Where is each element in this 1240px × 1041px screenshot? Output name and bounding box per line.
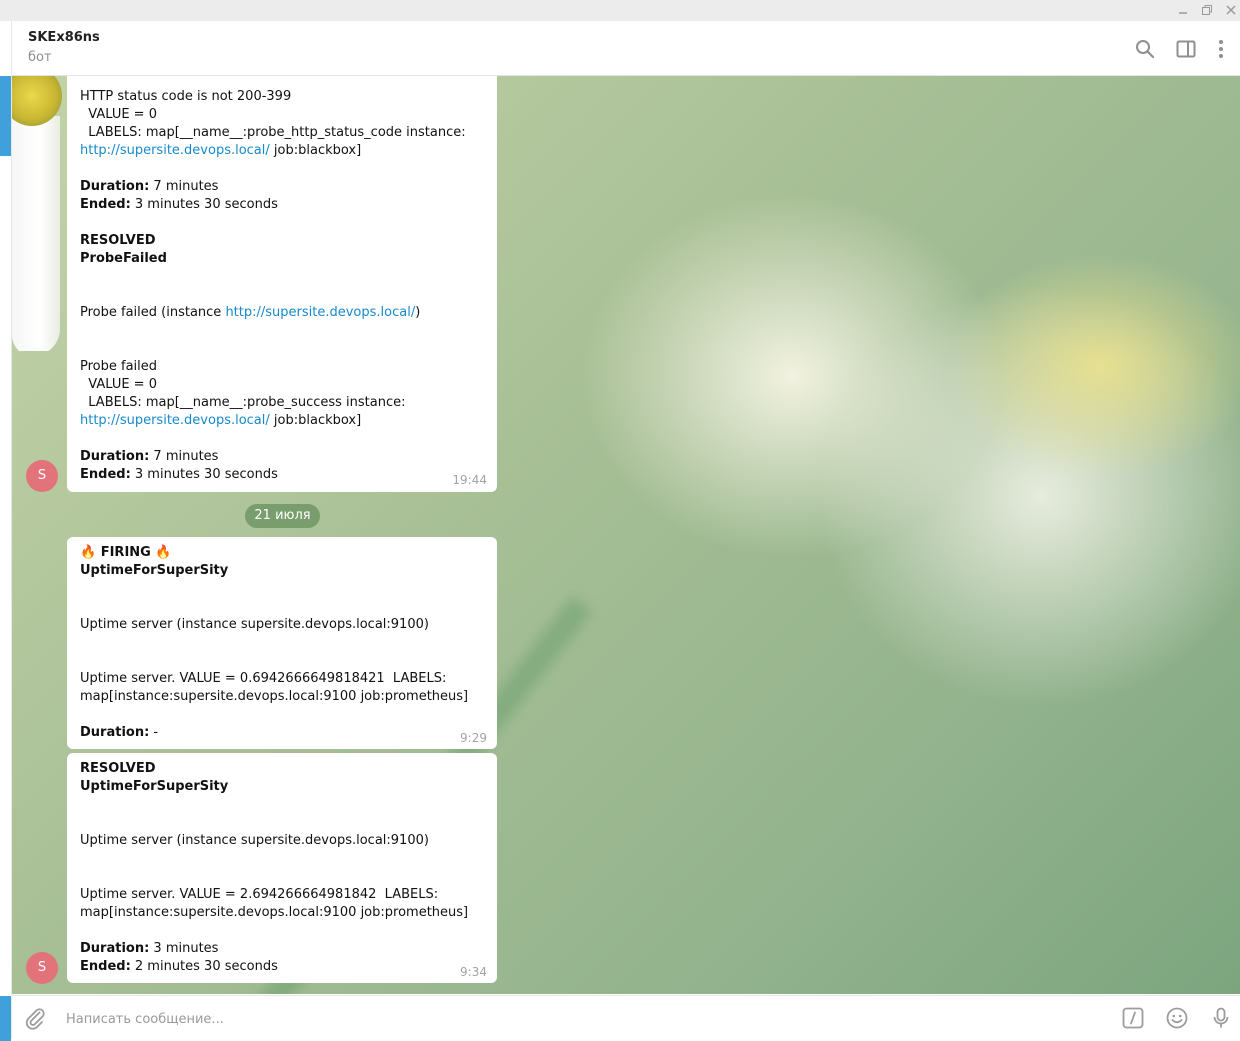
- message-time: 9:29: [460, 731, 487, 745]
- instance-link[interactable]: http://supersite.devops.local/: [80, 413, 270, 428]
- window-titlebar: [0, 0, 1240, 21]
- message-text: Uptime server. VALUE = 2.694266664981842…: [80, 887, 439, 902]
- ended-value: 2 minutes 30 seconds: [130, 959, 278, 974]
- alert-name: UptimeForSuperSity: [80, 563, 229, 578]
- alert-status: FIRING: [100, 545, 151, 560]
- minimize-button[interactable]: [1176, 3, 1190, 17]
- close-button[interactable]: [1224, 3, 1238, 17]
- fire-icon: 🔥: [155, 545, 172, 560]
- message-bubble[interactable]: HTTP status code is not 200-399 VALUE = …: [67, 76, 497, 492]
- restore-button[interactable]: [1200, 3, 1214, 17]
- firing-line: 🔥 FIRING 🔥: [80, 544, 172, 562]
- ended-line: Ended: 3 minutes 30 seconds: [80, 196, 278, 214]
- duration-value: 3 minutes: [149, 941, 219, 956]
- chat-title[interactable]: SKEx86ns: [28, 30, 100, 45]
- message-text: HTTP status code is not 200-399: [80, 89, 292, 104]
- message-text: Uptime server. VALUE = 0.694266664981842…: [80, 671, 447, 686]
- labels-suffix: job:blackbox]: [269, 143, 362, 158]
- chat-history[interactable]: HTTP status code is not 200-399 VALUE = …: [12, 76, 1240, 994]
- message-time: 9:34: [460, 965, 487, 979]
- duration-label: Duration:: [80, 179, 150, 194]
- ended-label: Ended:: [80, 467, 131, 482]
- message-text: Probe failed: [80, 359, 158, 374]
- duration-line: Duration: 7 minutes: [80, 448, 218, 466]
- alert-summary: Uptime server (instance supersite.devops…: [80, 617, 429, 632]
- alert-status: RESOLVED: [80, 761, 156, 776]
- fire-icon: 🔥: [80, 545, 97, 560]
- duration-line: Duration: 7 minutes: [80, 178, 218, 196]
- instance-link[interactable]: http://supersite.devops.local/: [80, 143, 270, 158]
- duration-label: Duration:: [80, 941, 150, 956]
- restore-icon: [1202, 5, 1212, 15]
- ended-value: 3 minutes 30 seconds: [130, 197, 278, 212]
- alert-name: UptimeForSuperSity: [80, 779, 229, 794]
- message-bubble[interactable]: 🔥 FIRING 🔥 UptimeForSuperSity Uptime ser…: [67, 537, 497, 749]
- message-composer: [12, 995, 1240, 1040]
- message-text: VALUE = 0: [80, 377, 157, 392]
- duration-value: 7 minutes: [149, 179, 219, 194]
- alert-summary: Uptime server (instance supersite.devops…: [80, 833, 429, 848]
- duration-value: -: [149, 725, 159, 740]
- ended-line: Ended: 3 minutes 30 seconds: [80, 466, 278, 484]
- attach-icon[interactable]: [23, 1006, 47, 1030]
- message-input[interactable]: [64, 1008, 1068, 1030]
- avatar[interactable]: S: [26, 460, 58, 492]
- date-separator: 21 июля: [245, 504, 320, 528]
- alert-status: RESOLVED: [80, 233, 156, 248]
- message-text: VALUE = 0: [80, 107, 157, 122]
- minimize-icon: [1179, 12, 1187, 14]
- search-icon[interactable]: [1134, 38, 1156, 60]
- emoji-icon[interactable]: [1165, 1006, 1189, 1030]
- ended-value: 3 minutes 30 seconds: [130, 467, 278, 482]
- alert-name: ProbeFailed: [80, 251, 167, 266]
- duration-label: Duration:: [80, 725, 150, 740]
- avatar[interactable]: S: [26, 952, 58, 984]
- duration-line: Duration: -: [80, 724, 158, 742]
- labels-suffix: job:blackbox]: [269, 413, 362, 428]
- chat-status: бот: [28, 50, 52, 65]
- chat-header[interactable]: SKEx86ns бот: [12, 21, 1240, 76]
- message-time: 19:44: [452, 473, 487, 487]
- ended-line: Ended: 2 minutes 30 seconds: [80, 958, 278, 976]
- sidebar-toggle-icon[interactable]: [1175, 38, 1197, 60]
- message-text: map[instance:supersite.devops.local:9100…: [80, 905, 469, 920]
- duration-value: 7 minutes: [149, 449, 219, 464]
- instance-link[interactable]: http://supersite.devops.local/: [225, 305, 415, 320]
- alert-summary: Probe failed (instance http://supersite.…: [80, 304, 420, 322]
- ended-label: Ended:: [80, 959, 131, 974]
- message-text: map[instance:supersite.devops.local:9100…: [80, 689, 469, 704]
- more-vertical-icon[interactable]: [1210, 38, 1232, 60]
- duration-label: Duration:: [80, 449, 150, 464]
- composer-indicator: [0, 996, 11, 1041]
- message-text: LABELS: map[__name__:probe_success insta…: [80, 395, 406, 410]
- message-bubble[interactable]: RESOLVED UptimeForSuperSity Uptime serve…: [67, 753, 497, 983]
- message-text: http://supersite.devops.local/ job:black…: [80, 412, 361, 430]
- microphone-icon[interactable]: [1209, 1006, 1233, 1030]
- active-dialog-indicator: [0, 76, 11, 156]
- duration-line: Duration: 3 minutes: [80, 940, 218, 958]
- close-icon: [1226, 5, 1236, 15]
- dialog-list-edge: [0, 21, 12, 1041]
- summary-prefix: Probe failed (instance: [80, 305, 226, 320]
- bot-commands-icon[interactable]: [1121, 1006, 1145, 1030]
- ended-label: Ended:: [80, 197, 131, 212]
- message-text: LABELS: map[__name__:probe_http_status_c…: [80, 125, 466, 140]
- wallpaper-flower: [12, 76, 68, 351]
- message-text: http://supersite.devops.local/ job:black…: [80, 142, 361, 160]
- summary-suffix: ): [415, 305, 421, 320]
